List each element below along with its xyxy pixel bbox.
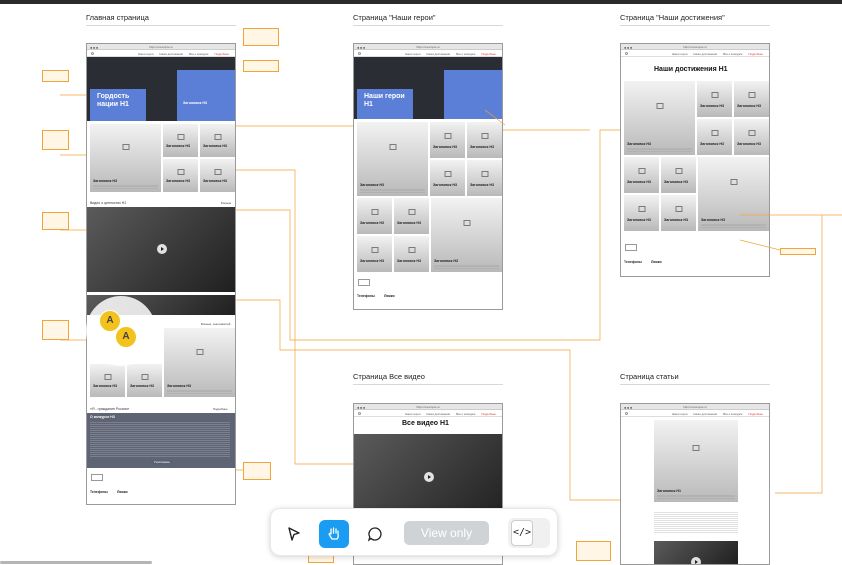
link-line xyxy=(236,299,620,501)
code-icon: </> xyxy=(511,520,533,546)
pointer-icon xyxy=(288,527,300,541)
annotation-note xyxy=(243,462,271,480)
pointer-tool-button[interactable] xyxy=(279,520,309,548)
avatar[interactable]: A xyxy=(115,326,137,348)
prototype-links xyxy=(60,94,842,501)
view-only-badge: View only xyxy=(404,521,489,545)
link-line xyxy=(236,169,353,465)
comment-icon xyxy=(367,527,382,542)
comment-tool-button[interactable] xyxy=(360,520,390,548)
link-line xyxy=(775,215,823,494)
annotation-note xyxy=(42,320,69,340)
annotation-note xyxy=(308,555,334,563)
code-button[interactable]: </> xyxy=(508,518,550,548)
annotation-note xyxy=(42,70,69,82)
annotation-note xyxy=(780,248,816,255)
link-line xyxy=(236,129,620,341)
link-line xyxy=(739,239,781,251)
bottom-toolbar: View only </> xyxy=(270,508,558,556)
horizontal-scrollbar[interactable] xyxy=(0,561,152,564)
annotation-note xyxy=(243,60,279,72)
hand-tool-button[interactable] xyxy=(319,520,349,548)
link-line xyxy=(484,109,506,126)
annotation-note xyxy=(243,28,279,46)
annotation-note xyxy=(576,541,611,561)
annotation-note xyxy=(42,130,69,150)
hand-icon xyxy=(328,527,339,540)
annotation-note xyxy=(42,212,69,230)
